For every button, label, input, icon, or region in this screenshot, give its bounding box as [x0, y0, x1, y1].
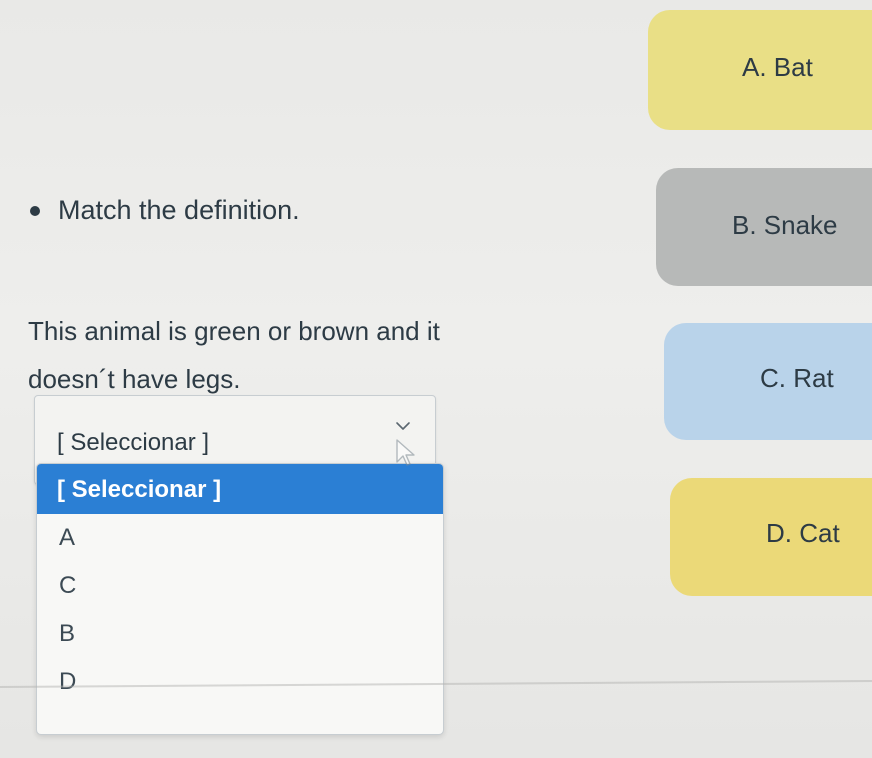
select-option-c[interactable]: C [37, 562, 443, 610]
select-dropdown-list: [ Seleccionar ] A C B D [36, 463, 444, 735]
select-option-placeholder[interactable]: [ Seleccionar ] [37, 464, 443, 514]
answer-label-a: A. Bat [742, 52, 813, 82]
answer-card-c: C. Rat [664, 323, 872, 440]
select-option-d[interactable]: D [37, 658, 443, 706]
question-instruction: Match the deﬁnition. [30, 195, 300, 226]
select-option-a[interactable]: A [37, 514, 443, 562]
answer-label-d: D. Cat [766, 518, 840, 548]
mouse-pointer-icon [396, 439, 415, 466]
bullet-icon [30, 205, 40, 216]
select-current-value: [ Seleccionar ] [57, 429, 210, 456]
answer-card-b: B. Snake [656, 168, 872, 286]
question-prompt: This animal is green or brown and it doe… [28, 316, 440, 394]
answer-label-c: C. Rat [760, 363, 834, 393]
chevron-down-icon [396, 422, 410, 430]
select-option-b[interactable]: B [37, 610, 443, 658]
answer-label-b: B. Snake [732, 210, 838, 240]
answer-card-a: A. Bat [648, 10, 872, 130]
instruction-text: Match the deﬁnition. [58, 195, 300, 225]
answer-card-d: D. Cat [670, 478, 872, 596]
